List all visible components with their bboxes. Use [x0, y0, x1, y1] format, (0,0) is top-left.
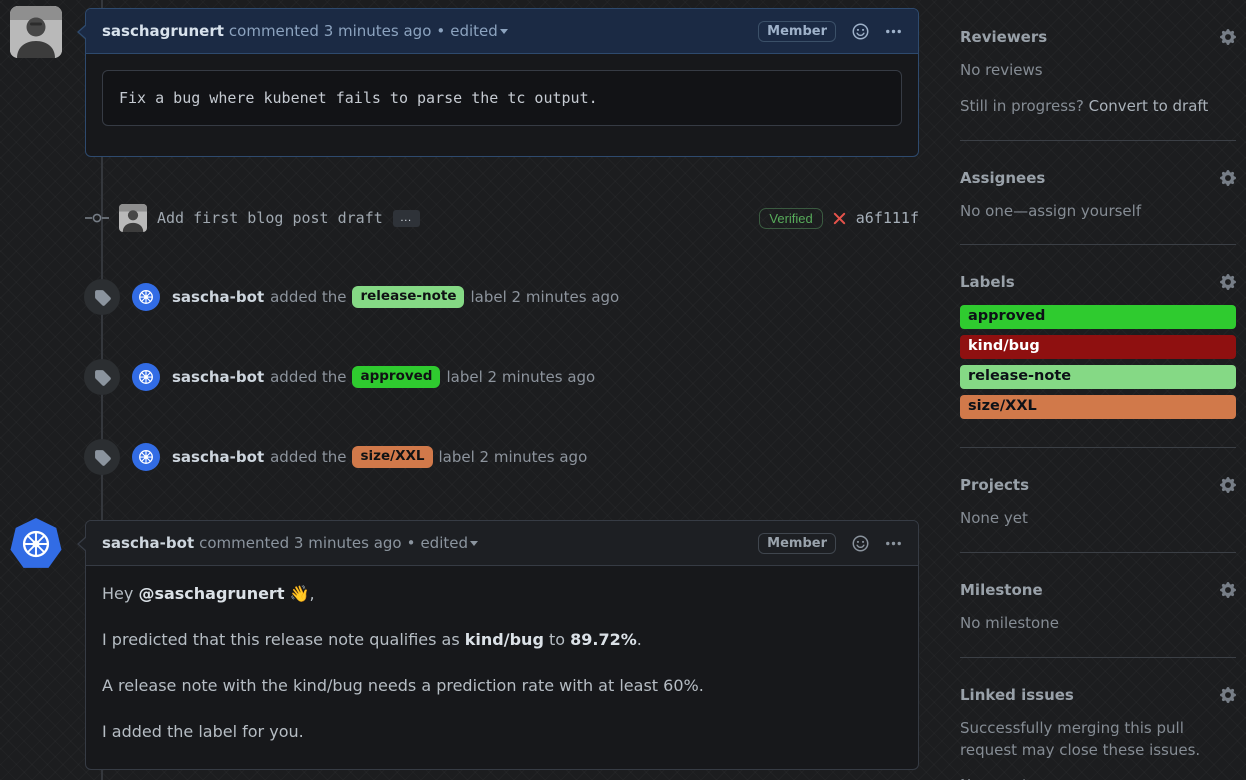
person-avatar-image: [10, 6, 62, 58]
timeline-event-label-added: sascha-bot added the approved label 2 mi…: [84, 359, 920, 395]
sidebar-label-chip[interactable]: approved: [960, 305, 1236, 329]
gear-icon[interactable]: [1220, 29, 1236, 45]
event-author-link[interactable]: sascha-bot: [172, 368, 264, 386]
author-avatar[interactable]: [10, 6, 62, 58]
timeline-event-label-added: sascha-bot added the release-note label …: [84, 279, 920, 315]
label-chip[interactable]: size/XXL: [352, 446, 432, 467]
chevron-down-icon: [500, 29, 508, 34]
sidebar-label-chip[interactable]: release-note: [960, 365, 1236, 389]
pr-description-comment: saschagrunert commented 3 minutes ago • …: [85, 8, 919, 157]
person-avatar-image: [119, 204, 147, 232]
comment-body: Hey @saschagrunert 👋, I predicted that t…: [86, 566, 918, 760]
comment-author-link[interactable]: saschagrunert: [102, 22, 224, 40]
add-reaction-button[interactable]: [852, 535, 869, 552]
section-title: Linked issues: [960, 686, 1074, 704]
member-badge: Member: [758, 533, 836, 554]
chevron-down-icon: [470, 541, 478, 546]
reviewers-empty-text: No reviews: [960, 60, 1236, 82]
convert-to-draft-link[interactable]: Convert to draft: [1089, 97, 1209, 115]
sidebar-section-projects: Projects None yet: [960, 448, 1236, 553]
milestone-empty-text: No milestone: [960, 613, 1236, 635]
pr-sidebar: Reviewers No reviews Still in progress? …: [960, 0, 1236, 780]
comment-paragraph: I predicted that this release note quali…: [102, 628, 902, 652]
bot-avatar[interactable]: [132, 443, 160, 471]
release-note-code-block: Fix a bug where kubenet fails to parse t…: [102, 70, 902, 126]
kubernetes-wheel-icon: [137, 448, 155, 466]
comment-paragraph: Hey @saschagrunert 👋,: [102, 582, 902, 606]
comment-header: sascha-bot commented 3 minutes ago • edi…: [86, 521, 918, 566]
smiley-icon: [852, 23, 869, 40]
kebab-menu-icon: [885, 535, 902, 552]
add-reaction-button[interactable]: [852, 23, 869, 40]
sidebar-section-labels: Labels approved kind/bug release-note si…: [960, 245, 1236, 448]
status-failed-x-icon[interactable]: [832, 211, 847, 226]
bot-avatar[interactable]: [132, 283, 160, 311]
tag-icon: [94, 369, 111, 386]
member-badge: Member: [758, 21, 836, 42]
edited-dropdown[interactable]: edited: [420, 534, 478, 552]
sidebar-section-milestone: Milestone No milestone: [960, 553, 1236, 658]
section-title: Reviewers: [960, 28, 1047, 46]
bot-avatar[interactable]: [132, 363, 160, 391]
comment-meta: commented 3 minutes ago: [229, 22, 431, 40]
section-title: Milestone: [960, 581, 1043, 599]
sidebar-section-assignees: Assignees No one—assign yourself: [960, 141, 1236, 246]
gear-icon[interactable]: [1220, 477, 1236, 493]
label-chip[interactable]: release-note: [352, 286, 464, 307]
kubernetes-wheel-icon: [19, 527, 53, 561]
bot-avatar-large[interactable]: [10, 518, 62, 570]
label-chip[interactable]: approved: [352, 366, 440, 387]
section-title: Labels: [960, 273, 1015, 291]
gear-icon[interactable]: [1220, 687, 1236, 703]
section-title: Assignees: [960, 169, 1045, 187]
tag-icon: [94, 449, 111, 466]
git-commit-icon: [85, 210, 109, 226]
tag-icon: [94, 289, 111, 306]
comment-options-button[interactable]: [885, 23, 902, 40]
timeline-commit-row: Add first blog post draft … Verified a6f…: [85, 200, 919, 236]
event-author-link[interactable]: sascha-bot: [172, 448, 264, 466]
sidebar-label-chip[interactable]: size/XXL: [960, 395, 1236, 419]
comment-author-link[interactable]: sascha-bot: [102, 534, 194, 552]
sidebar-label-chip[interactable]: kind/bug: [960, 335, 1236, 359]
bot-comment: sascha-bot commented 3 minutes ago • edi…: [85, 520, 919, 770]
comment-meta: commented 3 minutes ago: [199, 534, 401, 552]
kubernetes-wheel-icon: [137, 368, 155, 386]
sidebar-section-linked-issues: Linked issues Successfully merging this …: [960, 658, 1236, 780]
assign-yourself-link[interactable]: assign yourself: [1028, 202, 1141, 220]
comment-options-button[interactable]: [885, 535, 902, 552]
gear-icon[interactable]: [1220, 274, 1236, 290]
pull-request-conversation-page: saschagrunert commented 3 minutes ago • …: [0, 0, 1246, 780]
comment-header: saschagrunert commented 3 minutes ago • …: [86, 9, 918, 54]
sidebar-section-reviewers: Reviewers No reviews Still in progress? …: [960, 0, 1236, 141]
linked-issues-empty-text: None yet: [960, 775, 1236, 780]
timeline-event-label-added: sascha-bot added the size/XXL label 2 mi…: [84, 439, 920, 475]
comment-paragraph: I added the label for you.: [102, 720, 902, 744]
commit-sha-link[interactable]: a6f111f: [856, 209, 919, 227]
meta-dot: •: [407, 534, 416, 552]
comment-paragraph: A release note with the kind/bug needs a…: [102, 674, 902, 698]
gear-icon[interactable]: [1220, 582, 1236, 598]
meta-dot: •: [436, 22, 445, 40]
commit-expand-button[interactable]: …: [393, 210, 420, 227]
linked-issues-description: Successfully merging this pull request m…: [960, 718, 1236, 762]
commit-author-avatar[interactable]: [119, 204, 147, 232]
section-title: Projects: [960, 476, 1029, 494]
kubernetes-wheel-icon: [137, 288, 155, 306]
projects-empty-text: None yet: [960, 508, 1236, 530]
event-author-link[interactable]: sascha-bot: [172, 288, 264, 306]
gear-icon[interactable]: [1220, 170, 1236, 186]
commit-message-link[interactable]: Add first blog post draft: [157, 209, 383, 227]
user-mention-link[interactable]: @saschagrunert: [138, 584, 284, 603]
verified-badge[interactable]: Verified: [759, 208, 822, 229]
kebab-menu-icon: [885, 23, 902, 40]
smiley-icon: [852, 535, 869, 552]
edited-dropdown[interactable]: edited: [450, 22, 508, 40]
comment-body: Fix a bug where kubenet fails to parse t…: [86, 54, 918, 142]
